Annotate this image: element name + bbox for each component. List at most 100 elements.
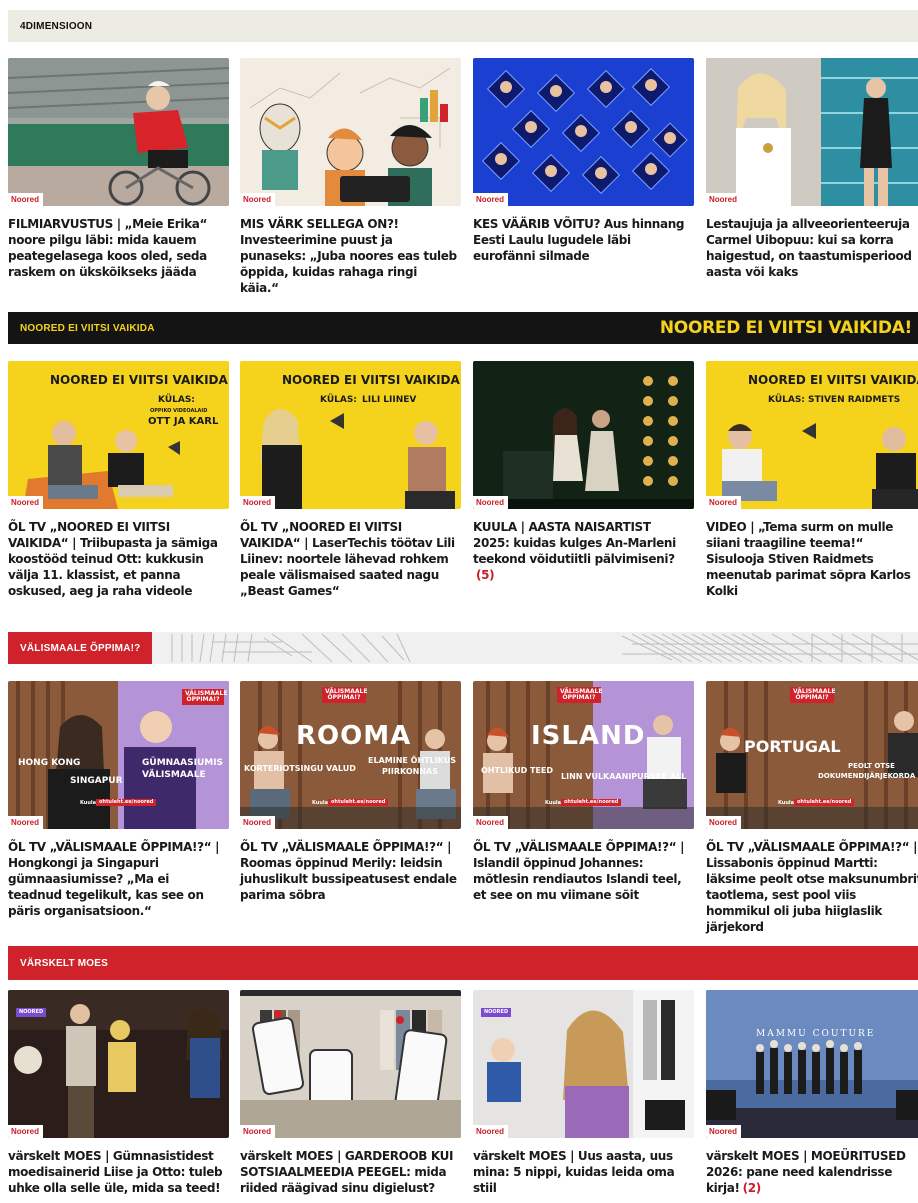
- article-thumbnail[interactable]: Noored: [473, 58, 694, 206]
- article-headline[interactable]: ÕL TV „VÄLISMAALE ÕPPIMA!?“ | Hongkongi …: [8, 839, 229, 919]
- article-headline[interactable]: värskelt MOES | GARDEROOB KUI SOTSIAALME…: [240, 1148, 461, 1196]
- article-card[interactable]: VÄLISMAALE ÕPPIMA!? HONG KONG SINGAPUR G…: [8, 681, 229, 919]
- section-header-valismaale-oppima[interactable]: VÄLISMAALE ÕPPIMA!?: [8, 632, 918, 664]
- article-thumbnail[interactable]: VÄLISMAALE ÕPPIMA!? HONG KONG SINGAPUR G…: [8, 681, 229, 829]
- article-headline[interactable]: ÕL TV „VÄLISMAALE ÕPPIMA!?“ | Lissabonis…: [706, 839, 918, 935]
- show-title: NOORED EI VIITSI VAIKIDA!: [748, 373, 918, 387]
- article-headline[interactable]: Lestaujuja ja allveeorienteeruja Carmel …: [706, 216, 918, 280]
- article-thumbnail[interactable]: VÄLISMAALE ÕPPIMA!? ROOMA KORTERIOTSINGU…: [240, 681, 461, 829]
- article-thumbnail[interactable]: NOORED EI VIITSI VAIKIDA! KÜLAS: STIVEN …: [706, 361, 918, 509]
- article-headline[interactable]: ÕL TV „NOORED EI VIITSI VAIKIDA“ | Triib…: [8, 519, 229, 599]
- article-card[interactable]: VÄLISMAALE ÕPPIMA!? PORTUGAL PEOLT OTSE …: [706, 681, 918, 935]
- article-headline[interactable]: MIS VÄRK SELLEGA ON?! Investeerimine puu…: [240, 216, 461, 296]
- article-headline[interactable]: ÕL TV „NOORED EI VIITSI VAIKIDA“ | Laser…: [240, 519, 461, 599]
- guest-label: KÜLAS:: [158, 395, 195, 405]
- article-thumbnail[interactable]: Noored: [8, 58, 229, 206]
- article-card[interactable]: Noored Lestaujuja ja allveeorienteeruja …: [706, 58, 918, 280]
- article-card[interactable]: Noored FILMIARVUSTUS | „Meie Erika“ noor…: [8, 58, 229, 280]
- category-tag[interactable]: Noored: [473, 193, 508, 206]
- article-card[interactable]: NOORED EI VIITSI VAIKIDA! KÜLAS: STIVEN …: [706, 361, 918, 599]
- headline-text[interactable]: värskelt MOES | GARDEROOB KUI SOTSIAALME…: [240, 1149, 454, 1195]
- article-thumbnail[interactable]: Noored: [240, 58, 461, 206]
- thumb-badge: NOORED: [481, 1008, 512, 1017]
- listen-url: ohtuleht.ee/noored: [794, 799, 855, 806]
- article-thumbnail[interactable]: Noored: [240, 990, 461, 1138]
- article-headline[interactable]: värskelt MOES | MOEÜRITUSED 2026: pane n…: [706, 1148, 918, 1196]
- article-card[interactable]: Noored KES VÄÄRIB VÕITU? Aus hinnang Ees…: [473, 58, 694, 264]
- article-thumbnail[interactable]: MAMMU COUTURE Noored: [706, 990, 918, 1138]
- article-card[interactable]: Noored värskelt MOES | GARDEROOB KUI SOT…: [240, 990, 461, 1196]
- article-headline[interactable]: KUULA | AASTA NAISARTIST 2025: kuidas ku…: [473, 519, 694, 583]
- show-title: NOORED EI VIITSI VAIKIDA!: [50, 373, 229, 387]
- section-header-noored-ei-viitsi-vaikida[interactable]: NOORED EI VIITSI VAIKIDA NOORED EI VIITS…: [8, 312, 918, 344]
- category-tag[interactable]: Noored: [706, 816, 741, 829]
- article-headline[interactable]: KES VÄÄRIB VÕITU? Aus hinnang Eesti Laul…: [473, 216, 694, 264]
- comment-count[interactable]: (2): [743, 1181, 762, 1195]
- headline-text[interactable]: KUULA | AASTA NAISARTIST 2025: kuidas ku…: [473, 520, 676, 566]
- category-tag[interactable]: Noored: [8, 496, 43, 509]
- article-thumbnail[interactable]: NOORED EI VIITSI VAIKIDA! KÜLAS: OPPIKO …: [8, 361, 229, 509]
- headline-text[interactable]: värskelt MOES | Uus aasta, uus mina: 5 n…: [473, 1149, 675, 1195]
- category-tag[interactable]: Noored: [473, 496, 508, 509]
- article-thumbnail[interactable]: NOORED Noored: [473, 990, 694, 1138]
- headline-text[interactable]: VIDEO | „Tema surm on mulle siiani traag…: [706, 520, 911, 598]
- article-card[interactable]: Noored MIS VÄRK SELLEGA ON?! Investeerim…: [240, 58, 461, 296]
- category-tag[interactable]: Noored: [473, 1125, 508, 1138]
- category-tag[interactable]: Noored: [706, 1125, 741, 1138]
- category-tag[interactable]: Noored: [240, 496, 275, 509]
- article-thumbnail[interactable]: NOORED Noored: [8, 990, 229, 1138]
- show-badge: VÄLISMAALE ÕPPIMA!?: [557, 687, 602, 703]
- category-tag[interactable]: Noored: [706, 193, 741, 206]
- comment-count[interactable]: (5): [476, 568, 495, 582]
- article-headline[interactable]: VIDEO | „Tema surm on mulle siiani traag…: [706, 519, 918, 599]
- thumb-badge: NOORED: [16, 1008, 47, 1017]
- headline-text[interactable]: Lestaujuja ja allveeorienteeruja Carmel …: [706, 217, 912, 279]
- thumb-caption-right-2: PIIRKONNAS: [382, 767, 438, 776]
- article-thumbnail[interactable]: NOORED EI VIITSI VAIKIDA! KÜLAS: LILI LI…: [240, 361, 461, 509]
- article-card[interactable]: NOORED Noored värskelt MOES | Uus aasta,…: [473, 990, 694, 1196]
- category-tag[interactable]: Noored: [8, 816, 43, 829]
- section-header-4dimensioon[interactable]: 4DIMENSIOON: [8, 10, 918, 42]
- category-tag[interactable]: Noored: [8, 193, 43, 206]
- category-tag[interactable]: Noored: [473, 816, 508, 829]
- article-headline[interactable]: värskelt MOES | Uus aasta, uus mina: 5 n…: [473, 1148, 694, 1196]
- section-title: NOORED EI VIITSI VAIKIDA: [20, 322, 155, 334]
- category-tag[interactable]: Noored: [706, 496, 741, 509]
- article-card[interactable]: NOORED Noored värskelt MOES | Gümnasisti…: [8, 990, 229, 1196]
- article-headline[interactable]: ÕL TV „VÄLISMAALE ÕPPIMA!?“ | Islandil õ…: [473, 839, 694, 903]
- article-headline[interactable]: FILMIARVUSTUS | „Meie Erika“ noore pilgu…: [8, 216, 229, 280]
- headline-text[interactable]: värskelt MOES | MOEÜRITUSED 2026: pane n…: [706, 1149, 906, 1195]
- article-thumbnail[interactable]: VÄLISMAALE ÕPPIMA!? PORTUGAL PEOLT OTSE …: [706, 681, 918, 829]
- article-card[interactable]: NOORED EI VIITSI VAIKIDA! KÜLAS: OPPIKO …: [8, 361, 229, 599]
- section-header-varskelt-moes[interactable]: VÄRSKELT MOES: [8, 946, 918, 980]
- headline-text[interactable]: ÕL TV „VÄLISMAALE ÕPPIMA!?“ | Islandil õ…: [473, 840, 685, 902]
- category-tag[interactable]: Noored: [8, 1125, 43, 1138]
- article-thumbnail[interactable]: Noored: [706, 58, 918, 206]
- headline-text[interactable]: ÕL TV „NOORED EI VIITSI VAIKIDA“ | Laser…: [240, 520, 455, 598]
- show-badge: VÄLISMAALE ÕPPIMA!?: [322, 687, 367, 703]
- headline-text[interactable]: ÕL TV „VÄLISMAALE ÕPPIMA!?“ | Hongkongi …: [8, 840, 220, 918]
- article-thumbnail[interactable]: Noored: [473, 361, 694, 509]
- section-title: 4DIMENSIOON: [20, 20, 93, 32]
- article-thumbnail[interactable]: VÄLISMAALE ÕPPIMA!? ISLAND OHTLIKUD TEED…: [473, 681, 694, 829]
- article-headline[interactable]: ÕL TV „VÄLISMAALE ÕPPIMA!?“ | Roomas õpp…: [240, 839, 461, 903]
- article-headline[interactable]: värskelt MOES | Gümnasistidest moedisain…: [8, 1148, 229, 1196]
- headline-text[interactable]: ÕL TV „NOORED EI VIITSI VAIKIDA“ | Triib…: [8, 520, 218, 598]
- guest-label: KÜLAS:: [768, 395, 805, 405]
- article-card[interactable]: NOORED EI VIITSI VAIKIDA! KÜLAS: LILI LI…: [240, 361, 461, 599]
- article-card[interactable]: VÄLISMAALE ÕPPIMA!? ROOMA KORTERIOTSINGU…: [240, 681, 461, 903]
- headline-text[interactable]: värskelt MOES | Gümnasistidest moedisain…: [8, 1149, 223, 1195]
- category-tag[interactable]: Noored: [240, 1125, 275, 1138]
- article-card[interactable]: VÄLISMAALE ÕPPIMA!? ISLAND OHTLIKUD TEED…: [473, 681, 694, 903]
- headline-text[interactable]: ÕL TV „VÄLISMAALE ÕPPIMA!?“ | Lissabonis…: [706, 840, 918, 934]
- headline-text[interactable]: KES VÄÄRIB VÕITU? Aus hinnang Eesti Laul…: [473, 217, 685, 263]
- article-card[interactable]: MAMMU COUTURE Noored värskelt MOES | MOE…: [706, 990, 918, 1196]
- thumb-caption-right: ELAMINE ÕHTLIKUS: [368, 756, 456, 765]
- article-card[interactable]: Noored KUULA | AASTA NAISARTIST 2025: ku…: [473, 361, 694, 583]
- headline-text[interactable]: FILMIARVUSTUS | „Meie Erika“ noore pilgu…: [8, 217, 207, 279]
- category-tag[interactable]: Noored: [240, 193, 275, 206]
- thumb-big-title: PORTUGAL: [744, 737, 841, 756]
- headline-text[interactable]: MIS VÄRK SELLEGA ON?! Investeerimine puu…: [240, 217, 457, 295]
- category-tag[interactable]: Noored: [240, 816, 275, 829]
- headline-text[interactable]: ÕL TV „VÄLISMAALE ÕPPIMA!?“ | Roomas õpp…: [240, 840, 457, 902]
